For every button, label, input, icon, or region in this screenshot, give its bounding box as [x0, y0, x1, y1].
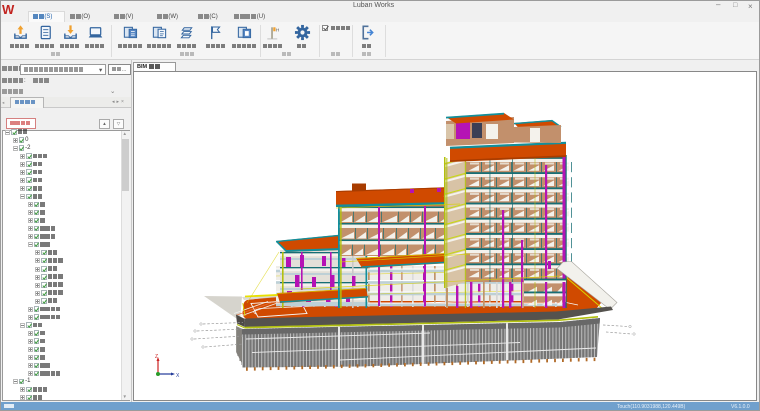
- svg-text:Z: Z: [155, 354, 158, 360]
- svg-text:X: X: [176, 373, 180, 379]
- svg-text:H: H: [276, 28, 280, 34]
